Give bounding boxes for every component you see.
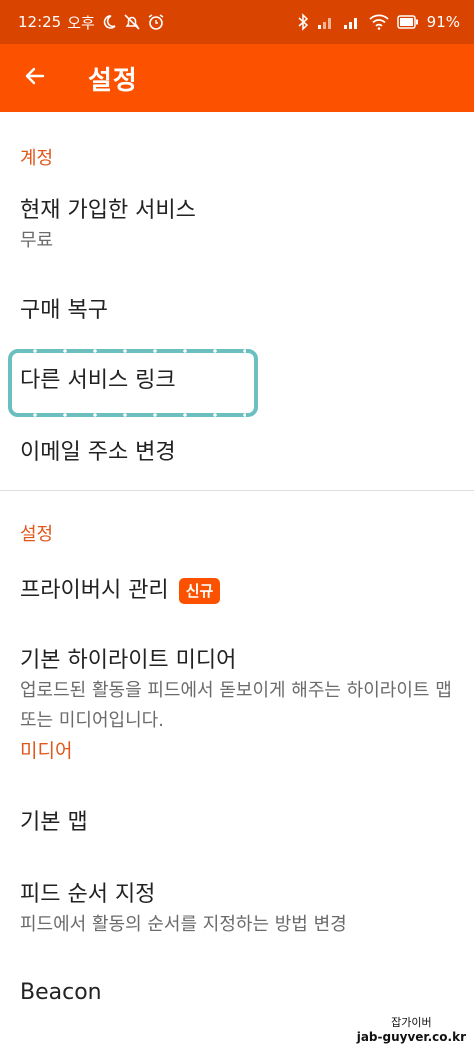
wifi-icon <box>369 14 389 30</box>
list-item-current-subscription[interactable]: 현재 가입한 서비스 무료 <box>0 196 474 256</box>
list-item-feed-ordering[interactable]: 피드 순서 지정 피드에서 활동의 순서를 지정하는 방법 변경 <box>0 880 474 940</box>
item-value-media: 미디어 <box>20 740 73 762</box>
bell-off-icon <box>123 13 141 31</box>
status-right: 91% <box>297 13 460 31</box>
battery-icon <box>396 15 419 29</box>
alarm-icon <box>147 13 165 31</box>
list-item-privacy-management[interactable]: 프라이버시 관리 신규 <box>0 576 474 606</box>
bluetooth-icon <box>297 13 309 31</box>
section-header-settings: 설정 <box>20 524 54 545</box>
item-subtitle: 업로드된 활동을 피드에서 돋보이게 해주는 하이라이트 맵 또는 미디어입니다… <box>20 680 452 731</box>
watermark-name: 잡가이버 <box>391 1016 432 1029</box>
battery-percent: 91% <box>426 13 460 31</box>
new-badge: 신규 <box>178 578 221 604</box>
page-title: 설정 <box>88 65 138 96</box>
list-item-change-email[interactable]: 이메일 주소 변경 <box>0 438 474 468</box>
item-title: 프라이버시 관리 신규 <box>20 576 474 606</box>
status-bar: 12:25 오후 91% <box>0 0 474 44</box>
list-item-default-map[interactable]: 기본 맵 <box>0 808 474 838</box>
moon-icon <box>101 14 117 30</box>
item-title-text: 프라이버시 관리 <box>20 578 169 603</box>
section-header-account: 계정 <box>20 148 54 169</box>
back-button[interactable] <box>0 44 70 112</box>
section-divider <box>0 490 474 491</box>
item-title: 기본 하이라이트 미디어 <box>20 648 237 673</box>
list-item-default-highlight-media[interactable]: 기본 하이라이트 미디어 업로드된 활동을 피드에서 돋보이게 해주는 하이라이… <box>0 646 474 766</box>
status-ampm: 오후 <box>67 13 95 32</box>
watermark: 잡가이버 jab-guyver.co.kr <box>357 1016 466 1044</box>
item-subtitle: 피드에서 활동의 순서를 지정하는 방법 변경 <box>20 914 347 935</box>
app-bar: 설정 <box>0 44 474 112</box>
item-title: 기본 맵 <box>20 810 88 835</box>
list-item-beacon[interactable]: Beacon <box>0 978 474 1008</box>
item-title: 피드 순서 지정 <box>20 882 156 907</box>
item-subtitle: 무료 <box>20 230 54 251</box>
item-title: 현재 가입한 서비스 <box>20 198 196 223</box>
list-item-restore-purchase[interactable]: 구매 복구 <box>0 296 474 326</box>
item-title: 이메일 주소 변경 <box>20 440 176 465</box>
status-time: 12:25 <box>18 13 62 31</box>
arrow-left-icon <box>23 64 47 92</box>
list-item-link-other-services[interactable]: 다른 서비스 링크 <box>0 366 474 396</box>
signal-icon <box>343 14 361 30</box>
item-title: 구매 복구 <box>20 298 108 323</box>
status-left: 12:25 오후 <box>18 12 297 33</box>
signal-icon <box>317 14 335 30</box>
item-title: 다른 서비스 링크 <box>20 368 176 393</box>
watermark-url: jab-guyver.co.kr <box>356 1030 466 1044</box>
item-title: Beacon <box>20 980 102 1005</box>
